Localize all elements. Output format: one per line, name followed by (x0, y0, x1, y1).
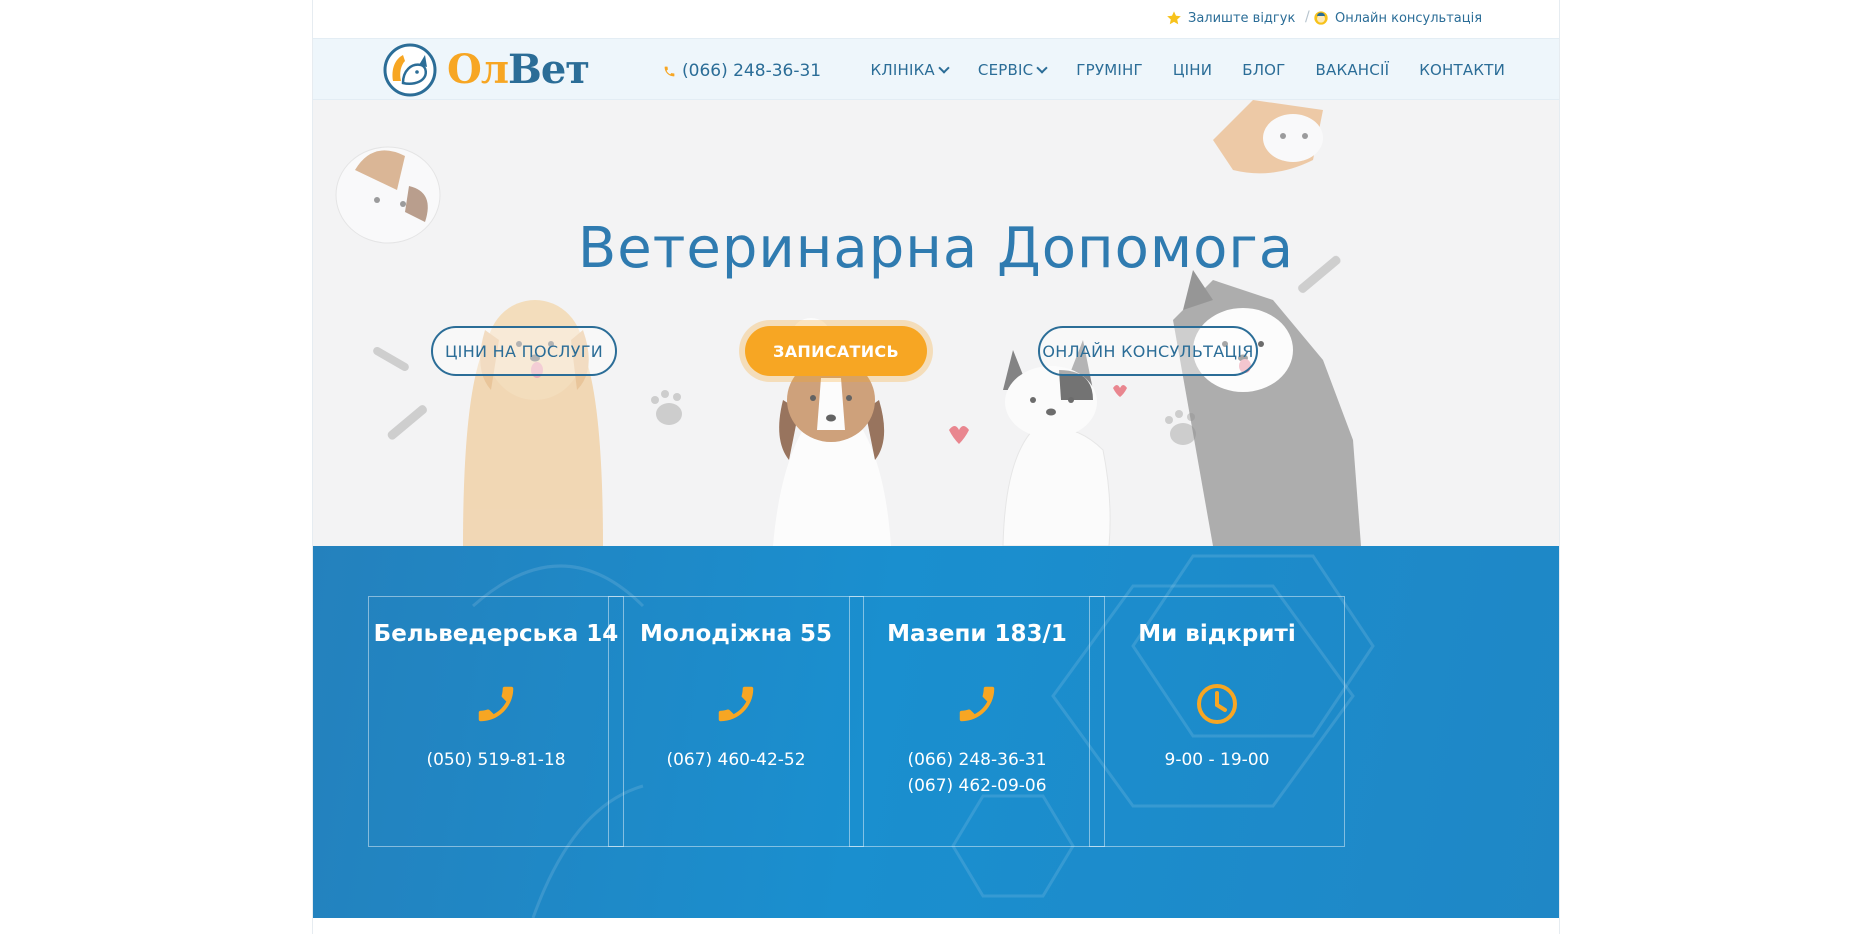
online-consultation-button[interactable]: ОНЛАЙН КОНСУЛЬТАЦІЯ (1038, 326, 1258, 376)
nav-item-vacancies[interactable]: ВАКАНСІЇ (1316, 61, 1390, 79)
online-consultation-label: Онлайн консультація (1335, 10, 1483, 26)
nav-item-blog[interactable]: БЛОГ (1242, 61, 1285, 79)
opening-hours-card: Ми відкриті 9-00 - 19-00 (1089, 596, 1345, 847)
header-phone-number: (066) 248-36-31 (682, 61, 822, 81)
nav-item-label: КЛІНІКА (870, 61, 935, 79)
nav-item-label: ГРУМІНГ (1076, 61, 1143, 79)
star-icon (1167, 11, 1181, 25)
doctor-avatar-icon (1314, 11, 1328, 25)
nav-item-label: БЛОГ (1242, 61, 1286, 79)
nav-item-prices[interactable]: ЦІНИ (1173, 61, 1212, 79)
signup-button[interactable]: ЗАПИСАТИСЬ (745, 326, 927, 376)
card-title: Молодіжна 55 (639, 621, 833, 647)
logo-text: ОлВет (447, 50, 590, 90)
nav-item-grooming[interactable]: ГРУМІНГ (1076, 61, 1143, 79)
logo-text-vet: Вет (508, 46, 590, 93)
prices-button[interactable]: ЦІНИ НА ПОСЛУГИ (431, 326, 617, 376)
opening-hours-value: 9-00 - 19-00 (1164, 750, 1270, 770)
chevron-down-icon (1036, 62, 1048, 74)
hero-title: Ветеринарна Допомога (577, 215, 1295, 281)
nav-item-label: ЦІНИ (1172, 61, 1213, 79)
site-logo[interactable]: ОлВет (381, 41, 590, 99)
logo-text-ol: Ол (447, 46, 509, 93)
card-title: Мазепи 183/1 (887, 621, 1067, 647)
online-consultation-link[interactable]: Онлайн консультація (1313, 10, 1482, 26)
phone-icon[interactable] (954, 681, 1000, 727)
card-phone-number[interactable]: (067) 460-42-52 (609, 747, 863, 773)
page: Залиште відгук / Онлайн консультація ОлВ… (312, 0, 1560, 934)
hero-section: Ветеринарна Допомога ЦІНИ НА ПОСЛУГИ ЗАП… (313, 100, 1559, 546)
chevron-down-icon (938, 62, 950, 74)
header-phone[interactable]: (066) 248-36-31 (663, 61, 821, 81)
card-title: Бельведерська 14 (373, 621, 619, 647)
phone-icon[interactable] (473, 681, 519, 727)
leave-review-link[interactable]: Залиште відгук (1166, 10, 1295, 26)
main-header: ОлВет (066) 248-36-31 КЛІНІКА СЕРВІС ГРУ… (313, 38, 1559, 100)
pet-logo-icon (383, 43, 437, 97)
card-phone-number[interactable]: (067) 462-09-06 (850, 773, 1104, 799)
location-card-mazepy: Мазепи 183/1 (066) 248-36-31 (067) 462-0… (849, 596, 1105, 847)
nav-item-label: ВАКАНСІЇ (1315, 61, 1390, 79)
phone-icon (664, 66, 675, 76)
card-phone-number[interactable]: (066) 248-36-31 (850, 747, 1104, 773)
leave-review-label: Залиште відгук (1188, 10, 1296, 26)
page-bottom (313, 918, 1559, 934)
nav-item-service[interactable]: СЕРВІС (977, 61, 1048, 79)
contacts-band: Бельведерська 14 (050) 519-81-18 Молодіж… (313, 546, 1559, 918)
topbar-separator: / (1305, 9, 1310, 25)
hero-pets-illustration (335, 100, 1361, 546)
nav-item-clinic[interactable]: КЛІНІКА (870, 61, 950, 79)
phone-icon[interactable] (713, 681, 759, 727)
location-card-molodizhna: Молодіжна 55 (067) 460-42-52 (608, 596, 864, 847)
card-title: Ми відкриті (1138, 621, 1296, 647)
main-nav: КЛІНІКА СЕРВІС ГРУМІНГ ЦІНИ БЛОГ ВАКАНСІ… (871, 61, 1505, 79)
card-phone-number[interactable]: (050) 519-81-18 (369, 747, 623, 773)
top-bar: Залиште відгук / Онлайн консультація (313, 0, 1559, 38)
nav-item-label: КОНТАКТИ (1419, 61, 1505, 79)
nav-item-label: СЕРВІС (977, 61, 1034, 79)
location-card-belvederska: Бельведерська 14 (050) 519-81-18 (368, 596, 624, 847)
nav-item-contacts[interactable]: КОНТАКТИ (1419, 61, 1505, 79)
clock-icon (1197, 684, 1237, 724)
